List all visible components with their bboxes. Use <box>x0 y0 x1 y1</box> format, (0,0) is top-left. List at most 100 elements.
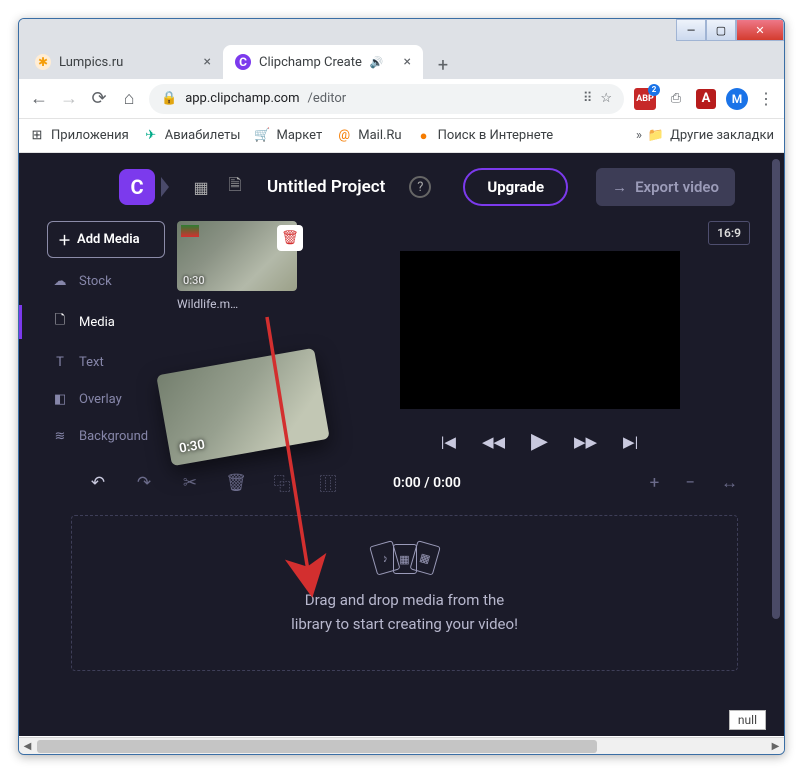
bm-market[interactable]: 🛒Маркет <box>255 128 323 144</box>
scroll-thumb[interactable] <box>37 740 597 753</box>
home-button[interactable]: ⌂ <box>119 88 139 109</box>
background-icon: ≋ <box>51 429 69 444</box>
bm-mail[interactable]: @Mail.Ru <box>336 128 401 144</box>
help-button[interactable]: ? <box>409 176 431 198</box>
url-path: /editor <box>308 91 347 106</box>
bm-avia[interactable]: ✈Авиабилеты <box>143 128 241 144</box>
tab-lumpics[interactable]: ✱ Lumpics.ru × <box>23 45 223 79</box>
ext-pdf-icon[interactable]: A <box>696 89 716 109</box>
overlay-icon: ◧ <box>51 392 69 407</box>
apps-icon: ⊞ <box>29 128 45 144</box>
preview-panel: 16:9 |◀ ◀◀ ▶ ▶▶ ▶| <box>329 221 750 454</box>
ext-screenshot-icon[interactable]: ⎙ <box>666 89 686 109</box>
time-display: 0:00 / 0:00 <box>393 475 461 491</box>
project-title[interactable]: Untitled Project <box>267 177 385 197</box>
window-controls: — ▢ ✕ <box>676 19 784 41</box>
prev-button[interactable]: |◀ <box>441 433 456 451</box>
vertical-scrollbar[interactable] <box>768 153 784 718</box>
profile-avatar[interactable]: M <box>726 88 748 110</box>
address-bar[interactable]: 🔒 app.clipchamp.com/editor ⠿ ☆ <box>149 84 624 114</box>
dropzone-icon: ♪ ▦ ▦ <box>369 544 441 574</box>
media-icon: 🗋 <box>51 311 69 333</box>
export-button[interactable]: → Export video <box>596 168 735 206</box>
tab-close-icon[interactable]: × <box>404 54 411 70</box>
upgrade-button[interactable]: Upgrade <box>463 168 568 206</box>
cart-icon: 🛒 <box>255 128 271 144</box>
zoom-in-button[interactable]: + <box>650 473 660 493</box>
rewind-button[interactable]: ◀◀ <box>482 433 505 451</box>
copy-button[interactable]: ⿻ <box>271 470 293 495</box>
back-button[interactable]: ← <box>29 88 49 109</box>
search-icon: ● <box>416 128 432 144</box>
text-icon: T <box>51 355 69 370</box>
ext-abp-icon[interactable]: ABP <box>634 88 656 110</box>
bm-apps[interactable]: ⊞Приложения <box>29 128 129 144</box>
dragging-thumbnail[interactable]: 0:30 <box>156 348 330 466</box>
address-row: ← → ⟳ ⌂ 🔒 app.clipchamp.com/editor ⠿ ☆ A… <box>19 79 784 119</box>
timeline-dropzone[interactable]: ♪ ▦ ▦ Drag and drop media from the libra… <box>71 515 738 671</box>
bm-search[interactable]: ●Поиск в Интернете <box>416 128 554 144</box>
drag-duration: 0:30 <box>178 437 206 456</box>
tab-title: Clipchamp Create <box>259 55 362 70</box>
cut-button[interactable]: ✂ <box>179 473 201 493</box>
undo-button[interactable]: ↶ <box>87 473 109 493</box>
split-button[interactable]: ⿲ <box>317 470 339 495</box>
mail-icon: @ <box>336 128 352 144</box>
next-button[interactable]: ▶| <box>623 433 638 451</box>
bookmark-star-icon[interactable]: ☆ <box>600 91 612 106</box>
bm-overflow: » 📁 Другие закладки <box>636 128 774 143</box>
plane-icon: ✈ <box>143 128 159 144</box>
add-media-button[interactable]: ＋Add Media <box>47 221 165 258</box>
media-thumbnail[interactable]: 🗑 0:30 <box>177 221 297 291</box>
fastforward-button[interactable]: ▶▶ <box>574 433 597 451</box>
file-icon[interactable]: 🗎 <box>225 174 245 201</box>
thumbnail-badge <box>181 225 199 237</box>
scroll-right-icon[interactable]: ▶ <box>767 738 784 755</box>
delete-button[interactable]: 🗑 <box>225 473 247 493</box>
folder-icon: 📁 <box>648 128 664 143</box>
bookmarks-bar: ⊞Приложения ✈Авиабилеты 🛒Маркет @Mail.Ru… <box>19 119 784 153</box>
redo-button[interactable]: ↷ <box>133 473 155 493</box>
translate-icon[interactable]: ⠿ <box>583 91 593 106</box>
timeline-toolbar: ↶ ↷ ✂ 🗑 ⿻ ⿲ 0:00 / 0:00 + − ↔ <box>19 454 768 505</box>
sidebar-item-media[interactable]: 🗋Media <box>47 305 165 339</box>
scroll-thumb[interactable] <box>772 159 780 619</box>
media-filename: Wildlife.m… <box>177 297 317 311</box>
sidebar-item-overlay[interactable]: ◧Overlay <box>47 386 165 413</box>
reload-button[interactable]: ⟳ <box>89 88 109 109</box>
new-tab-button[interactable]: + <box>429 51 457 79</box>
zoom-out-button[interactable]: − <box>685 473 695 493</box>
aspect-ratio-button[interactable]: 16:9 <box>708 221 750 245</box>
lock-icon: 🔒 <box>161 91 177 106</box>
dropzone-text: Drag and drop media from the library to … <box>82 588 727 636</box>
null-overlay: null <box>729 710 766 730</box>
sidebar-item-text[interactable]: TText <box>47 349 165 376</box>
browser-chrome: ✱ Lumpics.ru × C Clipchamp Create 🔊 × + … <box>19 19 784 153</box>
delete-media-button[interactable]: 🗑 <box>277 225 303 251</box>
tab-title: Lumpics.ru <box>59 55 123 70</box>
sidebar-item-background[interactable]: ≋Background <box>47 423 165 450</box>
tabs-row: ✱ Lumpics.ru × C Clipchamp Create 🔊 × + <box>19 43 784 79</box>
chevron-icon[interactable]: » <box>636 128 642 143</box>
zoom-fit-button[interactable]: ↔ <box>721 473 738 493</box>
maximize-button[interactable]: ▢ <box>706 19 736 41</box>
tab-clipchamp[interactable]: C Clipchamp Create 🔊 × <box>223 45 423 79</box>
app-topbar: C ▦ 🗎 Untitled Project ? Upgrade → Expor… <box>19 153 768 221</box>
video-preview[interactable] <box>400 251 680 409</box>
minimize-button[interactable]: — <box>676 19 706 41</box>
browser-menu-icon[interactable]: ⋮ <box>758 89 774 108</box>
templates-icon[interactable]: ▦ <box>191 178 211 197</box>
tab-close-icon[interactable]: × <box>204 54 211 70</box>
window-close-button[interactable]: ✕ <box>736 19 784 41</box>
clipchamp-app: C ▦ 🗎 Untitled Project ? Upgrade → Expor… <box>19 153 784 736</box>
plus-icon: ＋ <box>58 230 71 249</box>
scroll-left-icon[interactable]: ◀ <box>19 738 36 755</box>
play-button[interactable]: ▶ <box>531 429 548 454</box>
audio-icon[interactable]: 🔊 <box>370 56 384 69</box>
bm-other-label[interactable]: Другие закладки <box>670 128 774 143</box>
forward-button[interactable]: → <box>59 88 79 109</box>
horizontal-scrollbar[interactable]: ◀ ▶ <box>19 737 784 754</box>
clipchamp-logo[interactable]: C <box>119 169 155 205</box>
sidebar-item-stock[interactable]: ☁Stock <box>47 268 165 295</box>
export-label: Export video <box>635 178 719 196</box>
